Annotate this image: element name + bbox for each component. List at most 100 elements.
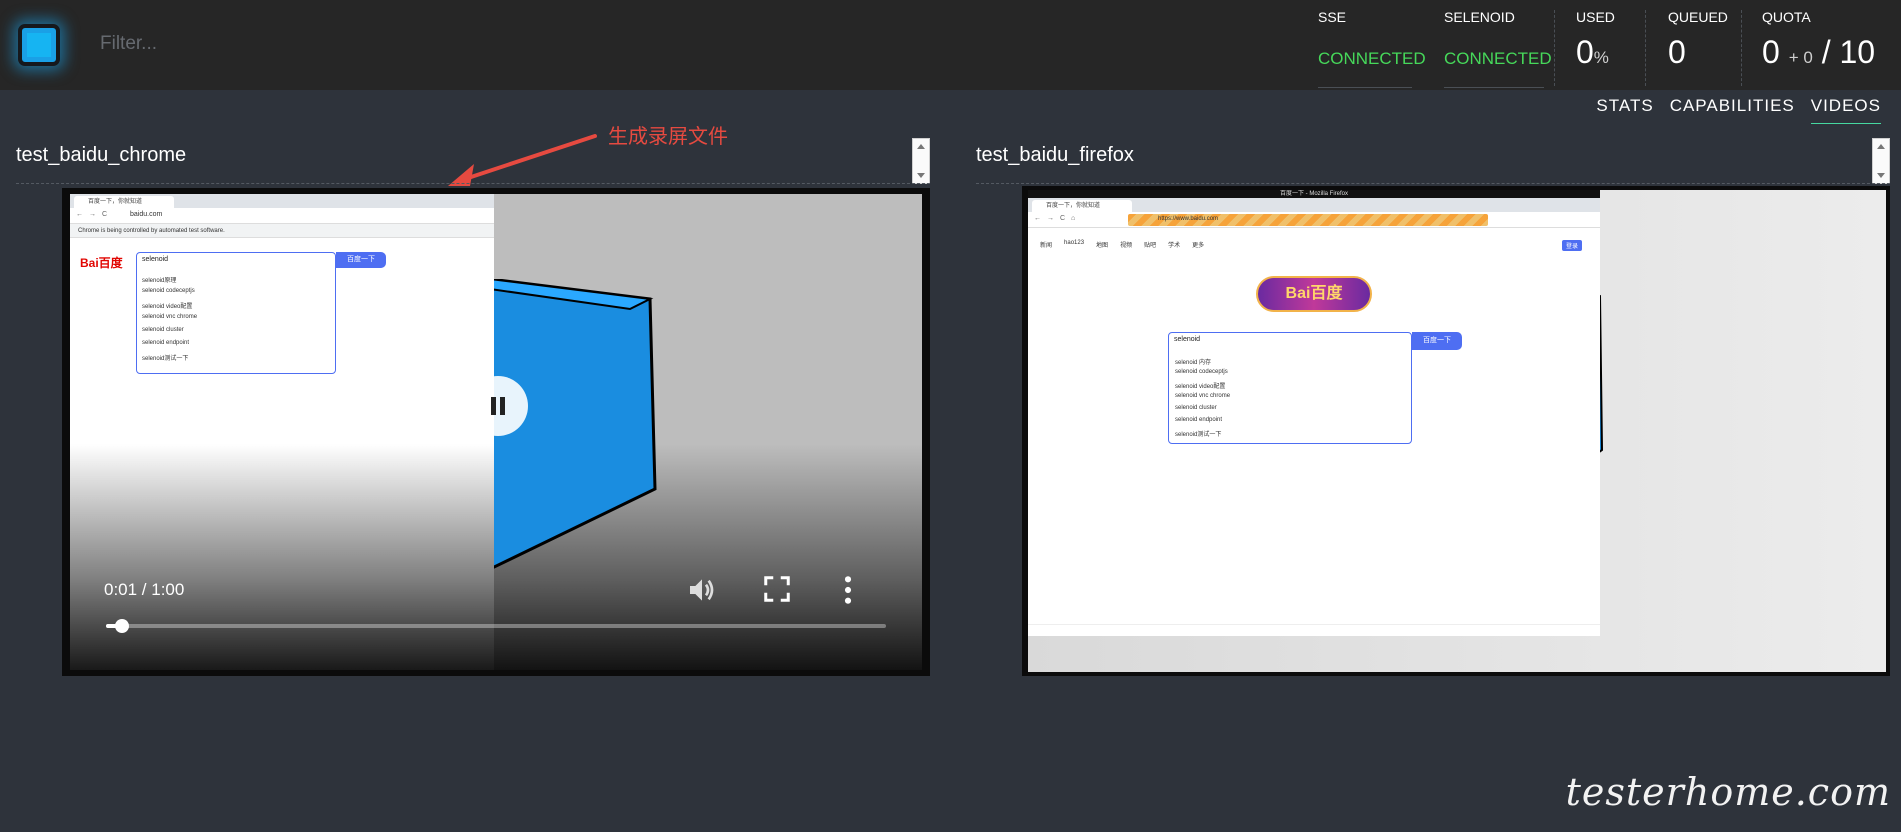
video-progress-knob[interactable] (114, 619, 129, 633)
sse-label: SSE (1318, 9, 1347, 25)
video-screen: 百度一下，你就知道 ←→C baidu.com Chrome is being … (70, 194, 922, 670)
suggestion: selenoid endpoint (1175, 417, 1223, 423)
used-stat: USED 0% (1576, 0, 1646, 90)
card-scrollbar[interactable] (1872, 138, 1890, 184)
suggestion: selenoid cluster (1175, 405, 1217, 411)
video-screen: 百度一下 - Mozilla Firefox 百度一下，你就知道 ←→C⌂ ht… (1028, 190, 1886, 672)
search-text: selenoid (1174, 336, 1201, 343)
quota-total: 10 (1839, 34, 1876, 70)
firefox-tab: 百度一下，你就知道 (1032, 200, 1132, 212)
watermark: testerhome.com (1565, 770, 1891, 814)
sse-stat: SSE CONNECTED (1318, 0, 1426, 90)
suggestion: selenoid cluster (142, 327, 184, 333)
chrome-url: baidu.com (130, 211, 163, 218)
cube-shape (490, 279, 657, 571)
suggestion: selenoid测试一下 (1175, 432, 1222, 438)
suggestion: selenoid测试一下 (142, 356, 189, 362)
firefox-url-bar: ←→C⌂ https://www.baidu.com (1028, 212, 1600, 228)
suggestion: selenoid codeceptjs (1175, 369, 1228, 375)
selenoid-underline (1444, 87, 1544, 88)
queued-stat: QUEUED 0 (1668, 0, 1748, 90)
queued-label: QUEUED (1668, 9, 1728, 25)
baidu-logo: Bai百度 (80, 256, 123, 270)
suggestion: selenoid vnc chrome (1175, 393, 1231, 399)
quota-used: 0 (1762, 34, 1780, 70)
volume-icon[interactable] (686, 574, 718, 606)
selenoid-stat: SELENOID CONNECTED (1444, 0, 1554, 90)
firefox-nav-icons: ←→C⌂ (1034, 215, 1082, 222)
video-gradient (70, 444, 494, 670)
search-box: selenoid selenoid原理 selenoid codeceptjs … (136, 252, 336, 374)
quota-stat: QUOTA 0 + 0 / 10 (1762, 0, 1892, 90)
stat-divider (1554, 10, 1555, 86)
chrome-url-bar: ←→C baidu.com (70, 208, 494, 224)
nav-link: 学术 (1168, 243, 1181, 249)
video-progress[interactable] (106, 619, 886, 633)
card-divider (976, 183, 1890, 184)
firefox-title-bar: 百度一下 - Mozilla Firefox (1028, 190, 1600, 198)
baidu-nav-links: 新闻 hao123 地图 视频 贴吧 学术 更多 (1040, 240, 1204, 249)
quota-sep: / (1821, 34, 1831, 70)
sse-status: CONNECTED (1318, 49, 1426, 68)
used-number: 0 (1576, 34, 1594, 70)
firefox-window: 百度一下 - Mozilla Firefox 百度一下，你就知道 ←→C⌂ ht… (1028, 190, 1600, 636)
selenoid-logo-icon[interactable] (18, 24, 60, 66)
tab-stats[interactable]: STATS (1596, 96, 1653, 124)
firefox-tab-bar: 百度一下，你就知道 (1028, 198, 1600, 212)
stat-divider (1741, 10, 1742, 86)
more-icon[interactable] (838, 574, 858, 606)
video-player-chrome[interactable]: 百度一下，你就知道 ←→C baidu.com Chrome is being … (62, 188, 930, 676)
selenoid-label: SELENOID (1444, 9, 1515, 25)
chrome-infobar: Chrome is being controlled by automated … (70, 224, 494, 238)
quota-value: 0 + 0 / 10 (1762, 34, 1875, 71)
suggestion: selenoid vnc chrome (142, 314, 198, 320)
tab-videos[interactable]: VIDEOS (1810, 96, 1881, 124)
fullscreen-icon[interactable] (762, 574, 792, 604)
queued-value: 0 (1668, 34, 1686, 70)
quota-plus: + 0 (1788, 48, 1813, 67)
pause-icon[interactable] (468, 376, 528, 436)
video-title: test_baidu_firefox (976, 144, 1134, 166)
used-unit: % (1593, 48, 1609, 67)
video-player-firefox[interactable]: 百度一下 - Mozilla Firefox 百度一下，你就知道 ←→C⌂ ht… (1022, 186, 1890, 676)
quota-label: QUOTA (1762, 9, 1811, 25)
search-text: selenoid (142, 256, 169, 263)
search-box: selenoid selenoid 内存 selenoid codeceptjs… (1168, 332, 1412, 444)
suggestion: selenoid原理 (142, 278, 177, 284)
baidu-search-button: 百度一下 (1412, 332, 1462, 350)
firefox-url: https://www.baidu.com (1158, 216, 1219, 222)
chrome-tab: 百度一下，你就知道 (74, 196, 174, 208)
firefox-address-field: https://www.baidu.com (1128, 214, 1488, 226)
nav-link: 更多 (1192, 243, 1205, 249)
nav-link: hao123 (1064, 240, 1085, 246)
sse-underline (1318, 87, 1412, 88)
suggestion: selenoid video配置 (1175, 384, 1226, 390)
card-divider (16, 183, 930, 184)
suggestion: selenoid endpoint (142, 340, 190, 346)
filter-input[interactable] (100, 26, 600, 62)
suggestion: selenoid video配置 (142, 304, 193, 310)
stat-divider (1645, 10, 1646, 86)
nav-link: 视频 (1120, 243, 1133, 249)
nav-link: 新闻 (1040, 243, 1053, 249)
chrome-tab-bar: 百度一下，你就知道 (70, 194, 494, 208)
video-title: test_baidu_chrome (16, 144, 187, 166)
baidu-doodle-logo: Bai百度 (1256, 276, 1372, 312)
nav-link: 地图 (1096, 243, 1109, 249)
suggestion: selenoid 内存 (1175, 360, 1212, 366)
used-label: USED (1576, 9, 1615, 25)
baidu-footer (1028, 624, 1600, 636)
baidu-search-button: 百度一下 (336, 252, 386, 268)
card-scrollbar[interactable] (912, 138, 930, 184)
used-value: 0% (1576, 34, 1609, 71)
annotation-text: 生成录屏文件 (608, 126, 728, 148)
video-time: 0:01 / 1:00 (104, 580, 185, 599)
selenoid-status: CONNECTED (1444, 49, 1552, 68)
view-tabs: STATS CAPABILITIES VIDEOS (1596, 96, 1881, 124)
baidu-login-button: 登录 (1561, 240, 1582, 251)
chrome-nav-icons: ←→C (76, 211, 114, 218)
suggestion: selenoid codeceptjs (142, 288, 195, 294)
tab-capabilities[interactable]: CAPABILITIES (1670, 96, 1795, 124)
top-bar: SSE CONNECTED SELENOID CONNECTED USED 0%… (0, 0, 1901, 90)
nav-link: 贴吧 (1144, 243, 1157, 249)
